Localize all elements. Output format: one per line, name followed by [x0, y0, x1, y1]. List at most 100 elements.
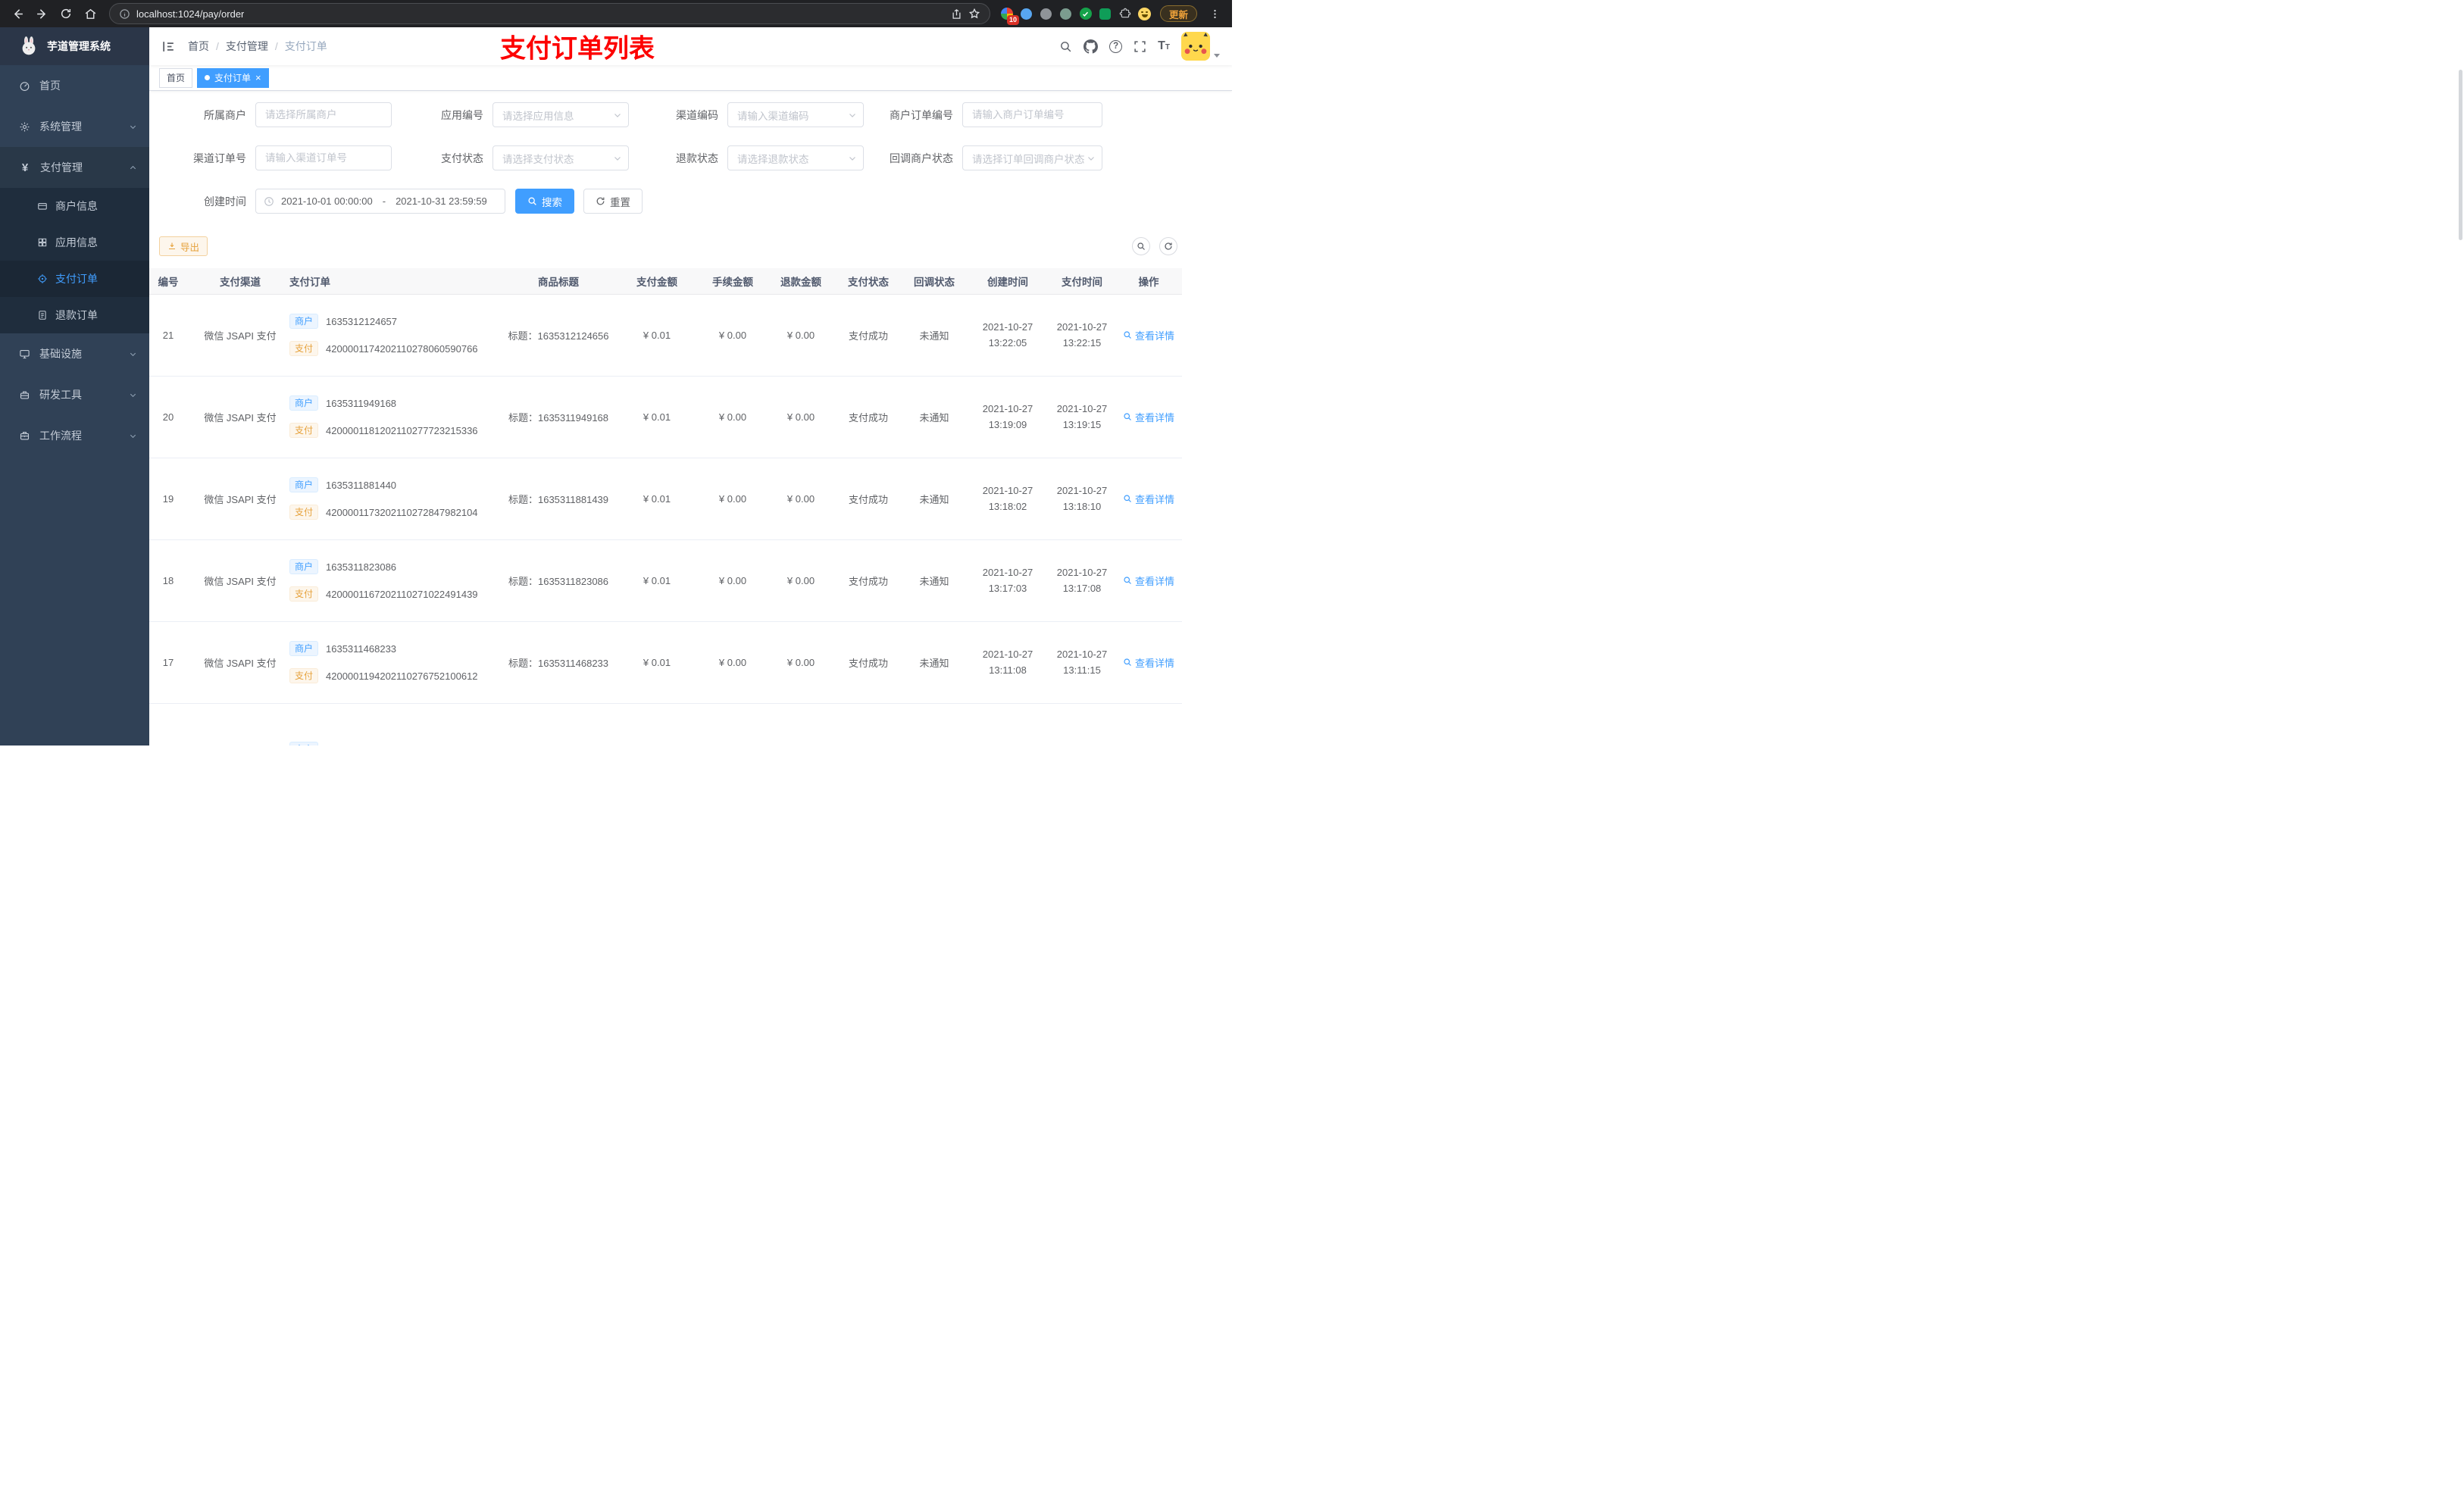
- cell-channel: 微信 JSAPI 支付: [199, 458, 282, 540]
- browser-update-button[interactable]: 更新: [1159, 5, 1197, 22]
- view-detail-link[interactable]: 查看详情: [1123, 328, 1174, 342]
- view-detail-link[interactable]: 查看详情: [1123, 574, 1174, 588]
- page-scrollbar[interactable]: [2459, 70, 2462, 240]
- sidebar-item-home[interactable]: 首页: [0, 65, 149, 106]
- table-header-row: 编号 支付渠道 支付订单 商品标题 支付金额 手续金额 退款金额 支付状态 回调…: [149, 268, 1182, 295]
- search-icon[interactable]: [1059, 40, 1072, 53]
- page-content: 所属商户 应用编号 请选择应用信息 渠道编码 请输入渠道编码 商户订单编号 渠道…: [149, 91, 1232, 746]
- search-button[interactable]: 搜索: [515, 189, 574, 214]
- sidebar-item-app-info[interactable]: 应用信息: [0, 224, 149, 261]
- user-menu[interactable]: [1181, 32, 1220, 61]
- share-icon[interactable]: [951, 8, 962, 20]
- user-avatar[interactable]: [1181, 32, 1210, 61]
- more-vertical-icon: [1213, 9, 1216, 18]
- sidebar-item-pay-order[interactable]: 支付订单: [0, 261, 149, 297]
- chevron-up-icon: [130, 165, 136, 169]
- col-notify-status: 回调状态: [902, 268, 967, 295]
- card-icon: [38, 202, 47, 210]
- sidebar-item-merchant-info[interactable]: 商户信息: [0, 188, 149, 224]
- sidebar-item-payment[interactable]: ¥ 支付管理: [0, 147, 149, 188]
- extension-icon-sage[interactable]: [1057, 5, 1075, 23]
- address-bar[interactable]: localhost:1024/pay/order: [109, 3, 990, 24]
- font-size-icon[interactable]: TT: [1158, 40, 1170, 52]
- extension-icon-colorwheel[interactable]: 10: [998, 5, 1019, 25]
- notify-status-filter-select[interactable]: 请选择订单回调商户状态: [962, 145, 1102, 170]
- breadcrumb-home[interactable]: 首页: [188, 39, 209, 54]
- fullscreen-icon[interactable]: [1134, 40, 1146, 53]
- channel-order-no-filter-input[interactable]: [255, 145, 392, 170]
- browser-reload-button[interactable]: [55, 2, 77, 25]
- extension-icon-square[interactable]: [1096, 5, 1115, 23]
- browser-forward-button[interactable]: [30, 2, 53, 25]
- search-icon: [1124, 331, 1131, 339]
- sidebar-item-dev-tools[interactable]: 研发工具: [0, 374, 149, 415]
- sidebar-item-refund-order[interactable]: 退款订单: [0, 297, 149, 333]
- sidebar-item-label: 应用信息: [55, 236, 98, 248]
- toolbox-icon: [20, 391, 30, 399]
- extension-icon-drop[interactable]: [1018, 5, 1036, 23]
- view-detail-link[interactable]: 查看详情: [1123, 492, 1174, 506]
- close-icon[interactable]: ×: [255, 73, 261, 83]
- col-order: 支付订单: [282, 268, 502, 295]
- merchant-order-no-filter-input[interactable]: [962, 102, 1102, 127]
- pay-status-filter-select[interactable]: 请选择支付状态: [492, 145, 629, 170]
- refresh-table-button[interactable]: [1159, 237, 1177, 255]
- cell-pay-time: 2021-10-27 13:18:10: [1049, 458, 1115, 540]
- browser-back-button[interactable]: [6, 2, 29, 25]
- bookmark-star-icon[interactable]: [968, 8, 980, 20]
- cell-amount: ¥ 0.01: [615, 621, 699, 704]
- browser-chrome: localhost:1024/pay/order 10 更新: [0, 0, 1232, 27]
- view-detail-link[interactable]: 查看详情: [1123, 655, 1174, 670]
- cell-refund: ¥ 0.00: [767, 539, 835, 622]
- breadcrumb-payment[interactable]: 支付管理: [226, 39, 268, 54]
- table-row: 17 微信 JSAPI 支付 商户 1635311468233 支付 4200001…: [149, 621, 1182, 704]
- tags-view-bar: 首页 支付订单 ×: [149, 65, 1232, 91]
- sidebar-collapse-button[interactable]: [161, 39, 176, 54]
- help-icon[interactable]: ?: [1109, 39, 1123, 53]
- puzzle-icon: [1119, 8, 1131, 18]
- cell-pay-time: 2021-10-27 13:22:15: [1049, 294, 1115, 377]
- cell-channel: 微信 JSAPI 支付: [199, 539, 282, 622]
- app-no-filter-select[interactable]: 请选择应用信息: [492, 102, 629, 127]
- app-frame: 芋道管理系统 首页 系统管理 ¥ 支付管理 商户信息 应用信息 支付订单 退款订…: [0, 27, 1232, 746]
- cell-fee: ¥ 0.00: [699, 539, 767, 622]
- date-range-end: 2021-10-31 23:59:59: [396, 195, 487, 207]
- cell-actions: 查看详情: [1115, 294, 1182, 377]
- search-icon: [1124, 577, 1131, 584]
- reset-button[interactable]: 重置: [583, 189, 643, 214]
- browser-menu-button[interactable]: [1203, 2, 1226, 25]
- table-row: 18 微信 JSAPI 支付 商户 1635311823086 支付 4200001…: [149, 539, 1182, 622]
- site-info-icon[interactable]: [119, 8, 130, 20]
- extension-icon-check[interactable]: [1077, 5, 1095, 23]
- create-time-range-input[interactable]: 2021-10-01 00:00:00 - 2021-10-31 23:59:5…: [255, 189, 505, 214]
- sidebar-item-workflow[interactable]: 工作流程: [0, 415, 149, 456]
- browser-profile-avatar[interactable]: [1136, 5, 1154, 23]
- cell-order: 商户 1635311949168 支付 4200001181202110277723…: [282, 376, 502, 458]
- view-detail-link[interactable]: 查看详情: [1123, 410, 1174, 424]
- document-icon: [39, 311, 46, 320]
- merchant-filter-input[interactable]: [255, 102, 392, 127]
- cell-notify-status: 未通知: [902, 376, 967, 458]
- extensions-puzzle-button[interactable]: [1116, 5, 1134, 23]
- toolbar-right-actions: [1132, 237, 1177, 255]
- order-table: 编号 支付渠道 支付订单 商品标题 支付金额 手续金额 退款金额 支付状态 回调…: [149, 268, 1232, 746]
- export-button[interactable]: 导出: [159, 236, 208, 256]
- sidebar-item-infrastructure[interactable]: 基础设施: [0, 333, 149, 374]
- sidebar-item-system[interactable]: 系统管理: [0, 106, 149, 147]
- cell-id: 20: [149, 376, 199, 458]
- cell-amount: ¥ 0.01: [615, 458, 699, 540]
- table-row: 19 微信 JSAPI 支付 商户 1635311881440 支付 4200001…: [149, 458, 1182, 540]
- tab-pay-order[interactable]: 支付订单 ×: [197, 67, 269, 88]
- cell-channel: 微信 JSAPI 支付: [199, 294, 282, 377]
- channel-code-filter-select[interactable]: 请输入渠道编码: [727, 102, 864, 127]
- toggle-search-button[interactable]: [1132, 237, 1150, 255]
- briefcase-icon: [20, 431, 30, 439]
- app-logo[interactable]: 芋道管理系统: [0, 27, 149, 65]
- merchant-tag: 商户: [289, 559, 319, 574]
- github-icon[interactable]: [1083, 39, 1099, 54]
- browser-home-button[interactable]: [79, 2, 102, 25]
- tab-home[interactable]: 首页: [159, 67, 193, 88]
- refund-status-filter-select[interactable]: 请选择退款状态: [727, 145, 864, 170]
- yen-icon: ¥: [21, 161, 29, 174]
- extension-icon-gray[interactable]: [1037, 5, 1055, 23]
